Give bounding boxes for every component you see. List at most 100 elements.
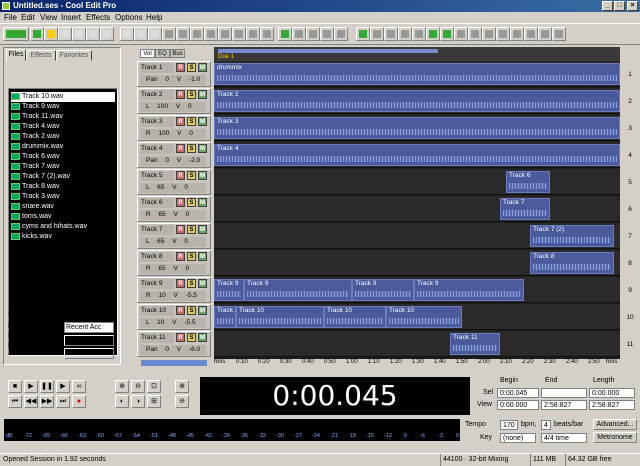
track-pan-volume[interactable]: L 65 V 0 — [140, 183, 206, 193]
multitrack-view[interactable]: Due 1 drummix Track 2 Track 3 Track 4 Track 6… — [214, 47, 620, 367]
time-signature-select[interactable]: 4/4 time — [541, 433, 587, 443]
toolbar-button[interactable] — [538, 27, 552, 41]
toolbar-button[interactable] — [58, 27, 72, 41]
track-mute-button[interactable]: M — [198, 171, 207, 180]
file-list-item[interactable]: Track 11.wav — [11, 112, 115, 122]
toolbar-button[interactable] — [148, 27, 162, 41]
track-pan-volume[interactable]: L 65 V 0 — [140, 237, 206, 247]
audio-clip[interactable]: Track 8 — [530, 252, 614, 274]
track-name[interactable]: Track 6 — [140, 198, 174, 208]
zoom-left-icon[interactable]: ◐ — [115, 395, 129, 408]
audio-clip[interactable]: Track 9 — [214, 279, 244, 301]
file-list-item[interactable]: toms.wav — [11, 212, 115, 222]
toolbar-button[interactable] — [384, 27, 398, 41]
play-to-end-button[interactable]: ▶ — [56, 380, 70, 393]
toolbar-button[interactable] — [204, 27, 218, 41]
minimize-button[interactable]: _ — [602, 1, 613, 11]
track-name[interactable]: Track 10 — [140, 306, 174, 316]
track-pan-volume[interactable]: Pan 0 V -1.0 — [140, 75, 206, 85]
file-list-item[interactable]: cyms and hihats.wav — [11, 222, 115, 232]
file-list-item[interactable]: Track 8.wav — [11, 182, 115, 192]
track-solo-button[interactable]: S — [187, 252, 196, 261]
track-lane[interactable]: Track 11 — [214, 331, 620, 357]
file-list-item[interactable]: kicks.wav — [11, 232, 115, 242]
toolbar-button[interactable] — [482, 27, 496, 41]
toolbar-button[interactable] — [398, 27, 412, 41]
track-pan-volume[interactable]: Pan 0 V -2.0 — [140, 156, 206, 166]
toolbar-button[interactable] — [218, 27, 232, 41]
track-lane[interactable]: Track 9 Track 9 Track 9 Track 9 — [214, 277, 620, 303]
audio-clip[interactable]: Track 3 — [214, 117, 620, 139]
file-type-midi[interactable]: ☐ MIDI — [8, 332, 31, 342]
rewind-start-button[interactable]: ⏮ — [8, 395, 22, 408]
file-list-item[interactable]: Track 10.wav — [11, 92, 115, 102]
timeline-overview[interactable]: Due 1 — [214, 47, 620, 61]
tempo-input[interactable]: 170 — [500, 420, 518, 430]
sort-by-select[interactable]: Recent Acc — [64, 322, 114, 333]
track-lane[interactable]: Track 2 — [214, 88, 620, 114]
audio-clip[interactable]: Track 2 — [214, 90, 620, 112]
toolbar-button[interactable] — [3, 27, 29, 41]
audio-clip[interactable]: Track 7 — [500, 198, 550, 220]
sel-begin[interactable]: 0:00.045 — [497, 388, 539, 398]
file-list-item[interactable]: Track 7 (2).wav — [11, 172, 115, 182]
track-tab-eq[interactable]: EQ — [155, 49, 170, 58]
menu-view[interactable]: View — [40, 12, 57, 23]
track-solo-button[interactable]: S — [187, 225, 196, 234]
track-solo-button[interactable]: S — [187, 171, 196, 180]
file-list-item[interactable]: Track 2.wav — [11, 132, 115, 142]
tab-files[interactable]: Files — [6, 49, 26, 61]
toolbar-button[interactable] — [86, 27, 100, 41]
audio-clip[interactable]: Track 10 — [236, 306, 324, 328]
pause-button[interactable]: ❚❚ — [40, 380, 54, 393]
toolbar-button[interactable] — [44, 27, 58, 41]
toolbar-button[interactable] — [524, 27, 538, 41]
track-pan-volume[interactable]: L 10 V -5.5 — [140, 318, 206, 328]
menu-edit[interactable]: Edit — [21, 12, 35, 23]
track-lane[interactable]: Track 6 — [214, 169, 620, 195]
track-record-button[interactable]: R — [176, 171, 185, 180]
track-mute-button[interactable]: M — [198, 279, 207, 288]
track-name[interactable]: Track 11 — [140, 333, 174, 343]
forward-button[interactable]: ▶▶ — [40, 395, 54, 408]
track-pan-volume[interactable]: R 65 V 0 — [140, 264, 206, 274]
track-solo-button[interactable]: S — [187, 279, 196, 288]
menu-help[interactable]: Help — [146, 12, 162, 23]
audio-clip[interactable]: Track 9 — [414, 279, 524, 301]
track-name[interactable]: Track 8 — [140, 252, 174, 262]
toolbar-button[interactable] — [412, 27, 426, 41]
menu-insert[interactable]: Insert — [61, 12, 81, 23]
track-tab-vol[interactable]: Vol — [140, 49, 155, 58]
audio-clip[interactable]: Track 9 — [244, 279, 352, 301]
overview-range[interactable] — [218, 49, 438, 53]
beats-input[interactable]: 4 — [541, 420, 551, 430]
toolbar-button[interactable] — [552, 27, 566, 41]
track-record-button[interactable]: R — [176, 117, 185, 126]
track-name[interactable]: Track 2 — [140, 90, 174, 100]
toolbar-button[interactable] — [260, 27, 274, 41]
track-solo-button[interactable]: S — [187, 90, 196, 99]
track-lane[interactable]: Track 10 Track 10 Track 10 Track 10 — [214, 304, 620, 330]
track-panel-scrollbar[interactable] — [141, 360, 207, 366]
zoom-right-icon[interactable]: ◑ — [131, 395, 145, 408]
track-mute-button[interactable]: M — [198, 333, 207, 342]
audio-clip[interactable]: Track 10 — [324, 306, 386, 328]
file-list-item[interactable]: snare.wav — [11, 202, 115, 212]
track-pan-volume[interactable]: R 10 V -5.5 — [140, 291, 206, 301]
track-solo-button[interactable]: S — [187, 333, 196, 342]
zoom-in-icon[interactable]: ⊕ — [115, 380, 129, 393]
track-record-button[interactable]: R — [176, 63, 185, 72]
toolbar-button[interactable] — [440, 27, 454, 41]
track-record-button[interactable]: R — [176, 279, 185, 288]
toolbar-button[interactable] — [292, 27, 306, 41]
play-button[interactable]: ▶ — [24, 380, 38, 393]
file-list-item[interactable]: Track 7.wav — [11, 162, 115, 172]
track-solo-button[interactable]: S — [187, 63, 196, 72]
toolbar-button[interactable] — [246, 27, 260, 41]
toolbar-button[interactable] — [190, 27, 204, 41]
track-record-button[interactable]: R — [176, 90, 185, 99]
file-list-item[interactable]: Track 4.wav — [11, 122, 115, 132]
track-name[interactable]: Track 3 — [140, 117, 174, 127]
toolbar-button[interactable] — [306, 27, 320, 41]
menu-file[interactable]: File — [4, 12, 17, 23]
